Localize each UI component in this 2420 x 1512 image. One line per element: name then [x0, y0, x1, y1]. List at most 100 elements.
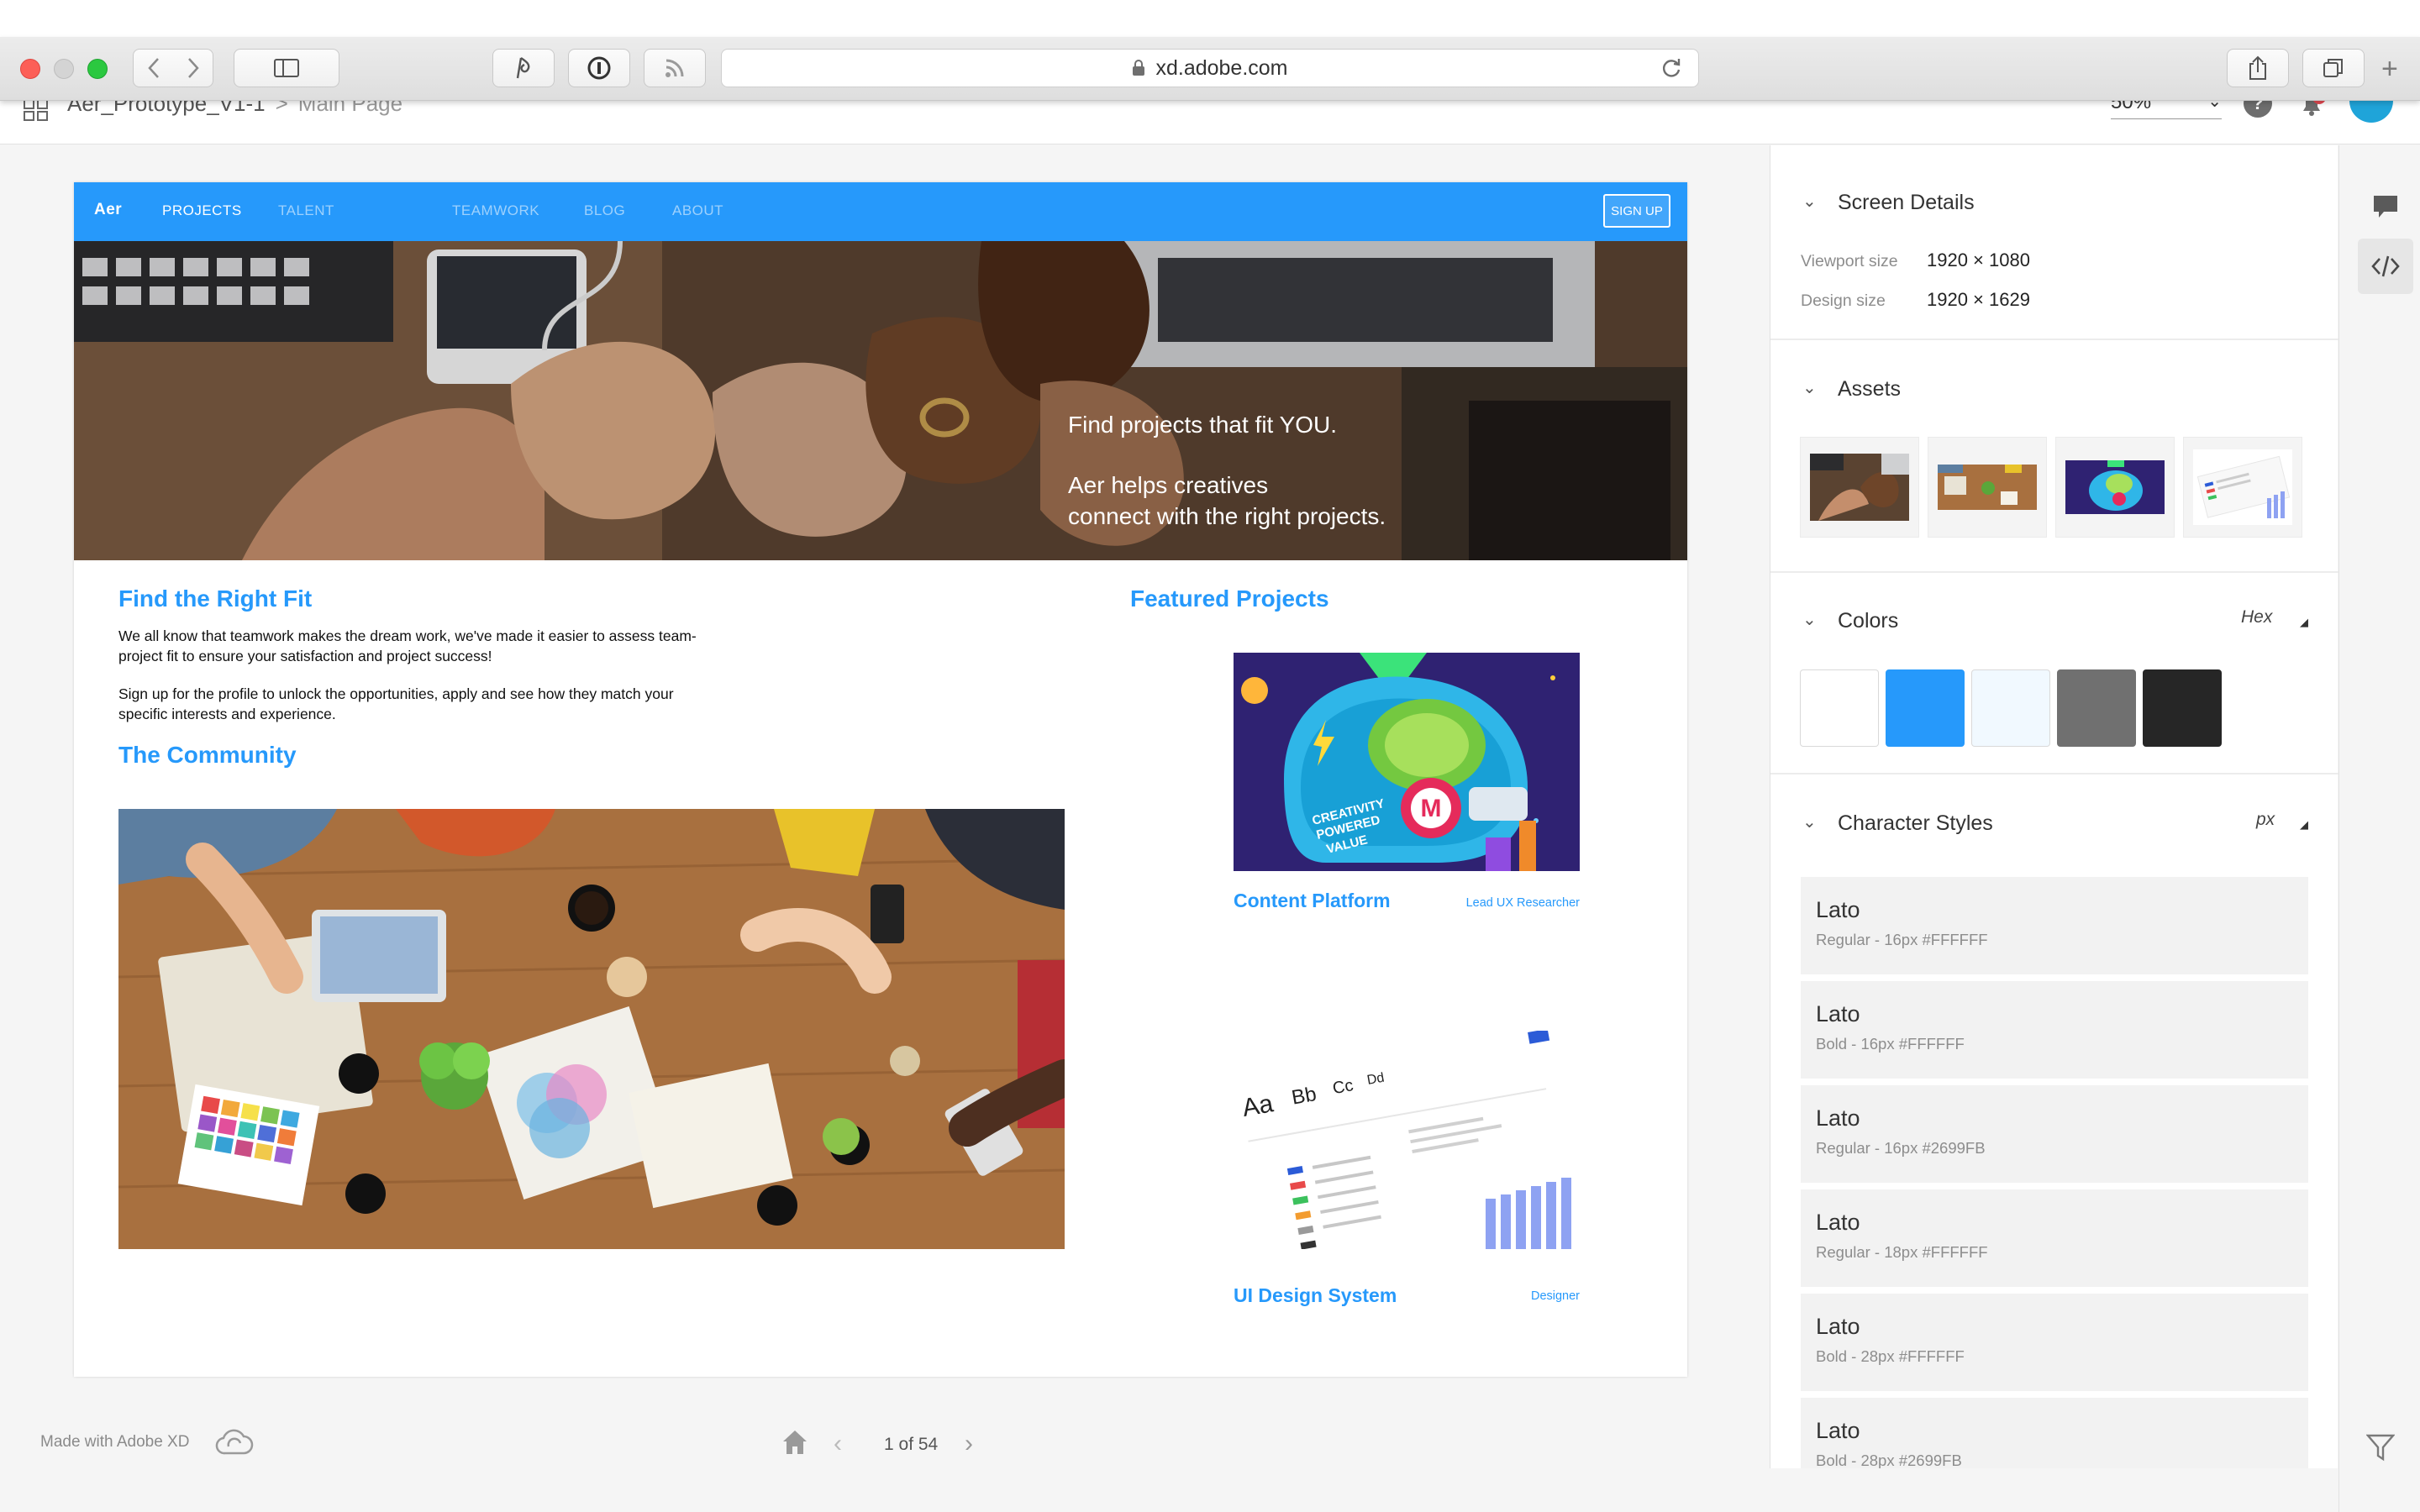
sidebar-toggle-button[interactable] — [234, 49, 339, 87]
creative-cloud-icon[interactable] — [215, 1428, 254, 1457]
comments-mode-button[interactable] — [2358, 179, 2413, 234]
project-title-ui-design-system[interactable]: UI Design System — [1234, 1284, 1397, 1307]
character-style-card[interactable]: Lato Regular - 16px #2699FB — [1801, 1085, 2308, 1183]
svg-text:Cc: Cc — [1331, 1076, 1355, 1098]
chevron-left-icon[interactable] — [147, 57, 160, 79]
new-tab-button[interactable]: + — [2381, 55, 2398, 83]
asset-community-photo — [1938, 465, 2037, 510]
rss-icon — [666, 59, 684, 77]
svg-text:Bb: Bb — [1290, 1083, 1318, 1110]
highlight-extension-button[interactable] — [492, 49, 555, 87]
project-role-content-platform: Lead UX Researcher — [1465, 896, 1580, 910]
reload-icon[interactable] — [1660, 56, 1683, 80]
password-manager-button[interactable] — [568, 49, 630, 87]
divider — [1770, 339, 2338, 340]
character-styles-heading[interactable]: Character Styles — [1838, 811, 1993, 836]
url-text: xd.adobe.com — [1155, 55, 1288, 80]
comment-icon — [2374, 196, 2397, 218]
community-heading: The Community — [118, 742, 297, 768]
color-swatch-light-blue[interactable] — [1971, 669, 2050, 747]
style-font-name: Lato — [1816, 1210, 1860, 1235]
asset-thumbnail[interactable] — [2183, 437, 2302, 538]
screen-details-heading[interactable]: Screen Details — [1838, 191, 1975, 215]
highlight-icon — [516, 57, 530, 79]
assets-heading[interactable]: Assets — [1838, 377, 1901, 402]
inspect-mode-button[interactable] — [2358, 239, 2413, 294]
character-style-card[interactable]: Lato Bold - 16px #FFFFFF — [1801, 981, 2308, 1079]
character-style-card[interactable]: Lato Bold - 28px #FFFFFF — [1801, 1294, 2308, 1391]
svg-text:Aa: Aa — [1240, 1089, 1276, 1122]
hero-photo — [74, 241, 1687, 560]
divider — [1770, 571, 2338, 573]
tabs-icon — [2323, 59, 2343, 77]
rss-button[interactable] — [644, 49, 706, 87]
close-window-button[interactable] — [20, 59, 40, 79]
sidebar-icon — [274, 59, 299, 77]
home-icon[interactable] — [780, 1428, 810, 1457]
ui-design-system-thumbnail[interactable]: Aa Bb Cc Dd — [1234, 1031, 1580, 1249]
nav-item-teamwork[interactable]: TEAMWORK — [452, 202, 539, 219]
tab-overview-button[interactable] — [2302, 49, 2365, 87]
nav-item-about[interactable]: ABOUT — [672, 202, 723, 219]
ui-design-system-illustration: Aa Bb Cc Dd — [1234, 1031, 1580, 1249]
chevron-down-icon[interactable]: ⌄ — [1802, 811, 1817, 832]
previous-screen-button[interactable]: ‹ — [834, 1430, 842, 1458]
color-swatch-blue[interactable] — [1886, 669, 1965, 747]
color-swatch-black[interactable] — [2143, 669, 2222, 747]
chevron-right-icon: › — [965, 1430, 973, 1457]
next-screen-button[interactable]: › — [965, 1430, 973, 1458]
filter-icon[interactable] — [2366, 1433, 2395, 1462]
sign-up-button[interactable]: SIGN UP — [1603, 194, 1670, 228]
character-style-card[interactable]: Lato Bold - 28px #2699FB — [1801, 1398, 2308, 1468]
site-nav-bar: Aer PROJECTS TALENT TEAMWORK BLOG ABOUT … — [74, 182, 1687, 241]
nav-item-talent[interactable]: TALENT — [278, 202, 334, 219]
colors-heading[interactable]: Colors — [1838, 609, 1898, 633]
hero-headline: Find projects that fit YOU. — [1068, 412, 1338, 438]
asset-thumbnail[interactable] — [1928, 437, 2047, 538]
maximize-window-button[interactable] — [87, 59, 108, 79]
back-forward-buttons[interactable] — [133, 49, 213, 87]
chevron-right-icon[interactable] — [187, 57, 200, 79]
style-font-name: Lato — [1816, 897, 1860, 922]
code-icon — [2371, 255, 2400, 277]
color-swatch-white[interactable] — [1800, 669, 1879, 747]
home-grid-icon[interactable] — [24, 99, 49, 121]
project-title-content-platform[interactable]: Content Platform — [1234, 890, 1391, 912]
minimize-window-button[interactable] — [54, 59, 74, 79]
lock-icon — [1133, 60, 1145, 76]
design-size-label: Design size — [1801, 291, 1886, 310]
chevron-left-icon: ‹ — [834, 1430, 842, 1457]
community-photo — [118, 809, 1065, 1249]
color-swatch-gray[interactable] — [2057, 669, 2136, 747]
password-icon — [587, 56, 611, 80]
character-style-card[interactable]: Lato Regular - 16px #FFFFFF — [1801, 877, 2308, 974]
featured-projects-heading: Featured Projects — [1130, 585, 1329, 612]
chevron-down-icon[interactable]: ⌄ — [1802, 609, 1817, 630]
unit-select[interactable]: px — [2256, 810, 2275, 830]
color-format-select[interactable]: Hex — [2241, 607, 2272, 627]
svg-text:M: M — [1421, 795, 1442, 822]
right-tool-rail — [2338, 145, 2420, 1512]
project-role-ui-design-system: Designer — [1530, 1289, 1580, 1303]
site-logo[interactable]: Aer — [94, 201, 122, 219]
viewport-size-label: Viewport size — [1801, 252, 1898, 270]
divider — [1770, 773, 2338, 774]
asset-thumbnail[interactable] — [2055, 437, 2175, 538]
nav-item-blog[interactable]: BLOG — [584, 202, 625, 219]
content-platform-thumbnail[interactable]: M CREATIVITY POWERED VALUE — [1234, 653, 1580, 871]
community-image — [118, 809, 1065, 1249]
design-size-value: 1920 × 1629 — [1927, 289, 2030, 310]
chevron-down-icon[interactable]: ⌄ — [1802, 377, 1817, 398]
hero-text: Find projects that fit YOU. Aer helps cr… — [1068, 409, 1386, 532]
made-with-xd-label: Made with Adobe XD — [40, 1433, 190, 1451]
page-counter: 1 of 54 — [884, 1435, 939, 1454]
chevron-down-icon[interactable]: ⌄ — [1802, 191, 1817, 212]
style-font-name: Lato — [1816, 1418, 1860, 1443]
style-font-name: Lato — [1816, 1314, 1860, 1339]
share-button[interactable] — [2227, 49, 2289, 87]
nav-item-projects[interactable]: PROJECTS — [162, 202, 242, 219]
style-font-desc: Regular - 16px #FFFFFF — [1816, 931, 1988, 948]
address-bar[interactable]: xd.adobe.com — [721, 49, 1699, 87]
character-style-card[interactable]: Lato Regular - 18px #FFFFFF — [1801, 1189, 2308, 1287]
asset-thumbnail[interactable] — [1800, 437, 1919, 538]
